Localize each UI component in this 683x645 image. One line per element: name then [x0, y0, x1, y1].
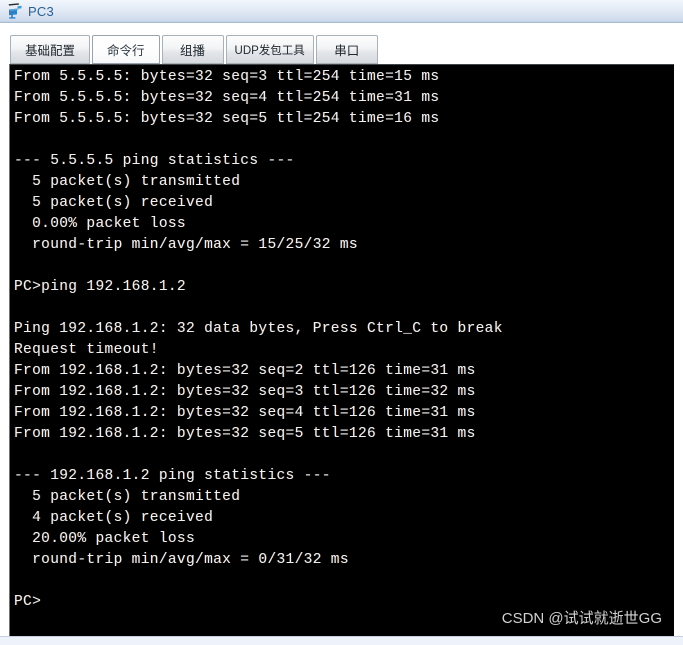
terminal-line: From 5.5.5.5: bytes=32 seq=3 ttl=254 tim… [14, 69, 440, 85]
tab-command-line-label: 命令行 [107, 44, 145, 58]
terminal-line: Ping 192.168.1.2: 32 data bytes, Press C… [14, 321, 503, 337]
terminal-line: From 5.5.5.5: bytes=32 seq=5 ttl=254 tim… [14, 111, 440, 127]
terminal-line: 4 packet(s) received [14, 510, 214, 526]
terminal-line: From 192.168.1.2: bytes=32 seq=5 ttl=126… [14, 426, 476, 442]
title-bar: PC3 [0, 0, 683, 23]
tab-udp-tool-label: UDP发包工具 [234, 44, 305, 57]
terminal-line: round-trip min/avg/max = 15/25/32 ms [14, 237, 358, 253]
terminal-line: --- 192.168.1.2 ping statistics --- [14, 468, 331, 484]
terminal-line: PC>ping 192.168.1.2 [14, 279, 186, 295]
terminal-line: --- 5.5.5.5 ping statistics --- [14, 153, 295, 169]
pc3-simulator-window: PC3 基础配置 命令行 组播 UDP发包工具 串口 From 5.5.5.5:… [0, 0, 683, 645]
tab-multicast-label: 组播 [180, 44, 206, 58]
terminal-console[interactable]: From 5.5.5.5: bytes=32 seq=3 ttl=254 tim… [9, 64, 674, 636]
tab-basic-config[interactable]: 基础配置 [10, 35, 91, 64]
terminal-line: 0.00% packet loss [14, 216, 186, 232]
terminal-line: From 192.168.1.2: bytes=32 seq=2 ttl=126… [14, 363, 476, 379]
terminal-line: 20.00% packet loss [14, 531, 196, 547]
tab-command-line[interactable]: 命令行 [92, 35, 160, 64]
terminal-line: From 192.168.1.2: bytes=32 seq=4 ttl=126… [14, 405, 476, 421]
terminal-line: From 192.168.1.2: bytes=32 seq=3 ttl=126… [14, 384, 476, 400]
window-bottom-edge [0, 636, 683, 645]
tab-serial-port[interactable]: 串口 [315, 35, 378, 64]
terminal-line: 5 packet(s) transmitted [14, 174, 241, 190]
tab-multicast[interactable]: 组播 [161, 35, 224, 64]
terminal-line: From 5.5.5.5: bytes=32 seq=4 ttl=254 tim… [14, 90, 440, 106]
tab-basic-config-label: 基础配置 [25, 44, 76, 58]
window-title: PC3 [28, 3, 54, 19]
tab-strip: 基础配置 命令行 组播 UDP发包工具 串口 [10, 35, 380, 64]
terminal-prompt-line: PC> [14, 594, 42, 610]
tab-serial-port-label: 串口 [334, 44, 360, 58]
tab-udp-tool[interactable]: UDP发包工具 [225, 35, 314, 64]
terminal-line: Request timeout! [14, 342, 159, 358]
terminal-line: round-trip min/avg/max = 0/31/32 ms [14, 552, 349, 568]
terminal-line: 5 packet(s) received [14, 195, 214, 211]
pc-device-icon [6, 2, 24, 20]
terminal-output: From 5.5.5.5: bytes=32 seq=3 ttl=254 tim… [14, 67, 674, 636]
content-panel: 基础配置 命令行 组播 UDP发包工具 串口 From 5.5.5.5: byt… [0, 23, 683, 645]
terminal-line: 5 packet(s) transmitted [14, 489, 241, 505]
